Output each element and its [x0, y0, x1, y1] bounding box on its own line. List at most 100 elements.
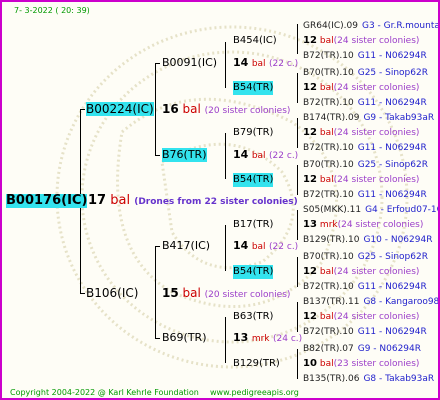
- level4-row: 12 bal(24 sister colonies): [303, 34, 419, 48]
- level4-row: B72(TR).10 G11 - N06294R: [303, 325, 427, 339]
- l4-colony-id[interactable]: B72(TR).10: [303, 51, 354, 61]
- level4-row: B174(TR).09 G9 - Takab93aR: [303, 111, 434, 125]
- connector-l3-2: [297, 73, 298, 103]
- level4-row: B135(TR).06 G8 - Takab93aR: [303, 372, 434, 386]
- connector-l3-6: [297, 257, 298, 287]
- connector-l3-3: [297, 118, 298, 148]
- l4-colony-id[interactable]: B135(TR).06: [303, 374, 359, 384]
- l2-num: 14: [233, 148, 249, 161]
- footer-copyright: Copyright 2004-2022 @ Karl Kehrle Founda…: [10, 388, 199, 397]
- l4-num: 12: [303, 311, 317, 322]
- connector-l1b-vertical: [155, 247, 156, 339]
- l4-colony-id[interactable]: B174(TR).09: [303, 113, 359, 123]
- l4-colony-id[interactable]: B70(TR).10: [303, 68, 354, 78]
- connector-l1a-vertical: [155, 64, 156, 156]
- l2-type: bal: [251, 242, 266, 252]
- l4-type: bal: [319, 83, 334, 93]
- l1-note: (20 sister colonies): [204, 290, 291, 300]
- l4-colony-id[interactable]: B137(TR).11: [303, 297, 359, 307]
- level4-row: 12 bal(24 sister colonies): [303, 265, 419, 279]
- l4-num: 12: [303, 266, 317, 277]
- l1-info: 16 bal (20 sister colonies): [162, 102, 290, 118]
- l4-breeder-info: G8 - Kangaroo98R: [363, 297, 440, 307]
- level4-row: 12 bal(24 sister colonies): [303, 81, 419, 95]
- level4-row: B70(TR).10 G25 - Sinop62R: [303, 250, 428, 264]
- l1-colony-id[interactable]: B00224(IC): [86, 102, 154, 116]
- l1-colony-id[interactable]: B106(IC): [86, 286, 138, 300]
- l4-colony-id[interactable]: B72(TR).10: [303, 327, 354, 337]
- l4-type: bal: [319, 128, 334, 138]
- connector-l1a-h1: [155, 63, 160, 64]
- l4-colony-id[interactable]: B129(TR).10: [303, 235, 359, 245]
- l4-colony-id[interactable]: B82(TR).07: [303, 344, 354, 354]
- l1-num: 16: [162, 102, 179, 116]
- level4-row: B129(TR).10 G10 - N06294R: [303, 233, 432, 247]
- l4-note: (23 sister colonies): [333, 359, 420, 369]
- connector-l1b-h1: [155, 246, 160, 247]
- l4-breeder-info: G9 - Takab93aR: [363, 113, 435, 123]
- l4-num: 12: [303, 35, 317, 46]
- l2-num: 14: [233, 239, 249, 252]
- l4-colony-id[interactable]: B72(TR).10: [303, 143, 354, 153]
- level4-row: 13 mrk(24 sister colonies): [303, 218, 423, 232]
- footer-site-link[interactable]: www.pedigreeapis.org: [210, 386, 299, 398]
- level4-row: 12 bal(24 sister colonies): [303, 173, 419, 187]
- connector-l1b-h2: [155, 338, 160, 339]
- l4-breeder-info: G9 - N06294R: [357, 344, 422, 354]
- l3-colony-id[interactable]: B17(TR): [233, 218, 273, 232]
- l4-note: (24 sister colonies): [333, 128, 420, 138]
- l4-type: mrk: [319, 220, 338, 230]
- connector-root-h1: [80, 109, 85, 110]
- l1-info: 15 bal (20 sister colonies): [162, 286, 290, 302]
- l4-colony-id[interactable]: B72(TR).10: [303, 282, 354, 292]
- l4-colony-id[interactable]: S05(MKK).11: [303, 205, 361, 215]
- l3-colony-id[interactable]: B63(TR): [233, 310, 273, 324]
- l4-breeder-info: G11 - N06294R: [357, 282, 427, 292]
- l4-breeder-info: G25 - Sinop62R: [357, 160, 428, 170]
- l4-colony-id[interactable]: B72(TR).10: [303, 190, 354, 200]
- l4-breeder-info: G3 - Gr.R.mounta: [361, 21, 440, 31]
- root-colony-id[interactable]: B00176(IC): [6, 194, 88, 208]
- level4-row: B137(TR).11 G8 - Kangaroo98R: [303, 295, 440, 309]
- level4-row: 10 bal(23 sister colonies): [303, 357, 419, 371]
- l4-type: bal: [319, 36, 334, 46]
- l4-type: bal: [319, 175, 334, 185]
- l4-note: (24 sister colonies): [337, 220, 424, 230]
- l2-note: (22 c.): [269, 242, 299, 252]
- l4-type: bal: [319, 312, 334, 322]
- l3-colony-id[interactable]: B54(TR): [233, 173, 274, 187]
- connector-l2d-vertical: [225, 317, 226, 363]
- connector-l3-1: [297, 24, 298, 54]
- l4-num: 12: [303, 127, 317, 138]
- l3-colony-id[interactable]: B54(TR): [233, 81, 274, 95]
- l3-colony-id[interactable]: B79(TR): [233, 126, 273, 140]
- root-drone-note: (Drones from 22 sister colonies): [134, 197, 298, 207]
- l2-colony-id[interactable]: B76(TR): [162, 148, 207, 162]
- connector-l3-7: [297, 302, 298, 332]
- level4-row: B72(TR).10 G11 - N06294R: [303, 49, 427, 63]
- print-date: 7- 3-2022 ( 20: 39): [14, 6, 90, 15]
- l2-colony-id[interactable]: B417(IC): [162, 239, 210, 253]
- connector-root-h2: [80, 293, 85, 294]
- l1-num: 15: [162, 286, 179, 300]
- level4-row: B70(TR).10 G25 - Sinop62R: [303, 66, 428, 80]
- l4-colony-id[interactable]: B72(TR).10: [303, 98, 354, 108]
- connector-l3-5: [297, 210, 298, 240]
- root-num: 17: [88, 193, 107, 208]
- l2-colony-id[interactable]: B69(TR): [162, 331, 207, 345]
- l4-note: (24 sister colonies): [333, 312, 420, 322]
- l3-colony-id[interactable]: B454(IC): [233, 34, 277, 48]
- l2-num: 14: [233, 56, 249, 69]
- l4-colony-id[interactable]: GR64(IC).09: [303, 21, 358, 31]
- l2-colony-id[interactable]: B0091(IC): [162, 56, 217, 70]
- l4-colony-id[interactable]: B70(TR).10: [303, 160, 354, 170]
- l4-type: bal: [319, 359, 334, 369]
- l2-type: mrk: [251, 334, 270, 344]
- l3-colony-id[interactable]: B54(TR): [233, 265, 274, 279]
- level4-row: B82(TR).07 G9 - N06294R: [303, 342, 421, 356]
- l4-colony-id[interactable]: B70(TR).10: [303, 252, 354, 262]
- l3-colony-id[interactable]: B129(TR): [233, 357, 280, 371]
- l4-note: (24 sister colonies): [333, 267, 420, 277]
- l2-info: 14 bal (22 c.): [233, 56, 298, 71]
- connector-l3-4: [297, 165, 298, 195]
